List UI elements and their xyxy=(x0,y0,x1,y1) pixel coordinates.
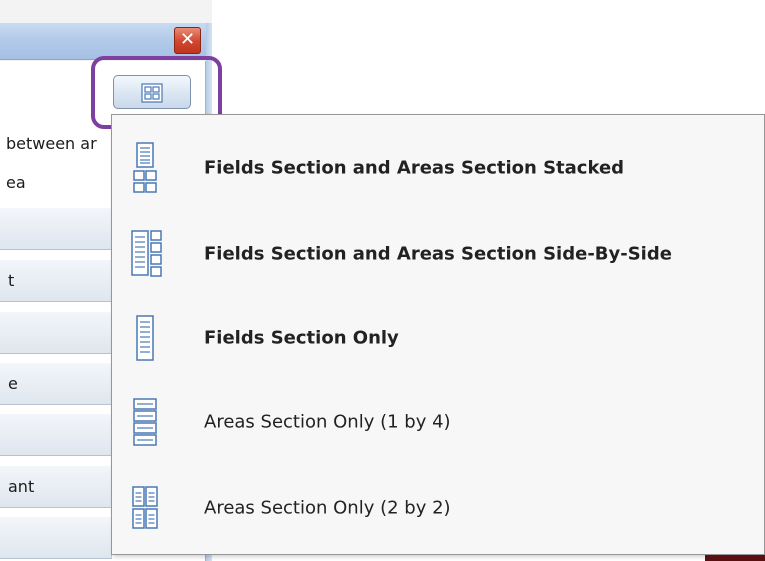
side-by-side-layout-icon xyxy=(131,230,162,277)
menu-item-stacked[interactable]: Fields Section and Areas Section Stacked xyxy=(112,125,764,211)
grid-layout-icon xyxy=(141,83,163,103)
areas-1-by-4-layout-icon xyxy=(133,398,157,446)
list-item-3[interactable] xyxy=(0,312,112,354)
layout-options-button[interactable] xyxy=(113,75,191,109)
background-window-edge xyxy=(705,555,765,561)
menu-item-areas-1-by-4-label: Areas Section Only (1 by 4) xyxy=(204,411,451,433)
stacked-layout-icon xyxy=(133,142,157,193)
menu-item-fields-only-label: Fields Section Only xyxy=(204,327,399,349)
description-text-line-2: ea xyxy=(6,173,26,192)
menu-item-areas-1-by-4[interactable]: Areas Section Only (1 by 4) xyxy=(112,379,764,465)
menu-item-areas-2-by-2-label: Areas Section Only (2 by 2) xyxy=(204,497,451,519)
areas-2-by-2-layout-icon xyxy=(132,486,158,529)
list-item-5[interactable] xyxy=(0,414,112,456)
menu-item-stacked-label: Fields Section and Areas Section Stacked xyxy=(204,157,625,179)
list-item-7[interactable] xyxy=(0,517,112,559)
list-item-2[interactable]: t xyxy=(0,260,112,302)
list-item-1[interactable] xyxy=(0,208,112,250)
fields-only-layout-icon xyxy=(136,315,154,361)
menu-item-side-by-side-label: Fields Section and Areas Section Side-By… xyxy=(204,243,672,265)
menu-item-fields-only[interactable]: Fields Section Only xyxy=(112,295,764,381)
menu-item-areas-2-by-2[interactable]: Areas Section Only (2 by 2) xyxy=(112,465,764,551)
close-button[interactable]: ✕ xyxy=(174,27,201,54)
layout-options-menu: Fields Section and Areas Section Stacked… xyxy=(111,114,765,555)
list-item-4[interactable]: e xyxy=(0,363,112,405)
list-item-6[interactable]: ant xyxy=(0,466,112,508)
description-text-line-1: between ar xyxy=(6,134,97,153)
menu-item-side-by-side[interactable]: Fields Section and Areas Section Side-By… xyxy=(112,211,764,297)
